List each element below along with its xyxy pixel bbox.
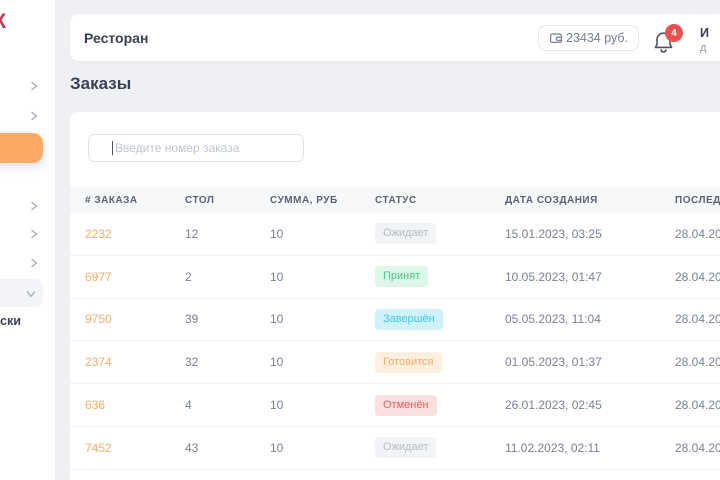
cell-created: 05.05.2023, 11:04: [505, 312, 675, 326]
cell-status: Готовится: [375, 352, 505, 373]
cell-table: 39: [185, 312, 270, 326]
chevron-down-icon: [25, 287, 37, 305]
sidebar: Ж ски: [0, 0, 56, 480]
page-title: Заказы: [70, 74, 131, 94]
cell-status: Отменён: [375, 395, 505, 416]
table-header: # ЗАКАЗАСТОЛСУММА, РУБСТАТУСДАТА СОЗДАНИ…: [70, 187, 720, 213]
chevron-right-icon[interactable]: [28, 257, 40, 269]
sidebar-active-item[interactable]: [0, 133, 43, 163]
column-header: СУММА, РУБ: [270, 195, 375, 206]
cell-sum: 10: [270, 312, 375, 326]
cell-sum: 10: [270, 398, 375, 412]
chevron-right-icon[interactable]: [28, 110, 40, 122]
status-badge: Ожидает: [375, 437, 436, 458]
column-header: СТАТУС: [375, 195, 505, 206]
cell-status: Ожидает: [375, 437, 505, 458]
cell-status: Принят: [375, 266, 505, 287]
logo-icon: Ж: [0, 10, 5, 34]
cell-table: 2: [185, 270, 270, 284]
status-badge: Завершён: [375, 309, 443, 330]
column-header: ПОСЛЕДНЕЕ ОБНОВЛЕНИЕ: [675, 195, 720, 206]
cell-updated: 28.04.2023: [675, 441, 720, 455]
status-badge: Ожидает: [375, 223, 436, 244]
order-link[interactable]: 2374: [85, 355, 185, 369]
table-row: 6977210Принят 10.05.2023, 01:4728.04.2023: [70, 256, 720, 299]
cell-created: 26.01.2023, 02:45: [505, 398, 675, 412]
table-row: 23743210Готовится 01.05.2023, 01:3728.04.…: [70, 341, 720, 384]
user-role: д: [700, 42, 720, 54]
cell-updated: 28.04.2023: [675, 270, 720, 284]
cell-table: 43: [185, 441, 270, 455]
user-name: И: [700, 26, 720, 40]
cell-sum: 10: [270, 227, 375, 241]
cell-created: 10.05.2023, 01:47: [505, 270, 675, 284]
balance-label: 23434 руб.: [566, 31, 628, 45]
chevron-right-icon[interactable]: [28, 200, 40, 212]
cell-sum: 10: [270, 441, 375, 455]
column-header: СТОЛ: [185, 195, 270, 206]
sidebar-collapsed-item[interactable]: [0, 279, 43, 307]
order-link[interactable]: 6977: [85, 270, 185, 284]
search-field-wrap: [88, 134, 304, 162]
restaurant-title: Ресторан: [84, 14, 148, 61]
cell-table: 4: [185, 398, 270, 412]
table-row: 22321210Ожидает 15.01.2023, 03:2528.04.20…: [70, 213, 720, 256]
cell-created: 01.05.2023, 01:37: [505, 355, 675, 369]
column-header: # ЗАКАЗА: [85, 195, 185, 206]
sidebar-label-fragment[interactable]: ски: [0, 314, 21, 328]
cell-status: Ожидает: [375, 223, 505, 244]
chevron-right-icon[interactable]: [28, 228, 40, 240]
table-row: 74524310Ожидает 11.02.2023, 02:1128.04.20…: [70, 427, 720, 470]
cell-table: 12: [185, 227, 270, 241]
table-body: 22321210Ожидает15.01.2023, 03:2528.04.20…: [70, 213, 720, 470]
order-link[interactable]: 9750: [85, 312, 185, 326]
wallet-icon: [549, 31, 563, 45]
notification-badge: 4: [665, 24, 683, 42]
search-input[interactable]: [88, 134, 304, 162]
cell-updated: 28.04.2023: [675, 227, 720, 241]
cell-sum: 10: [270, 270, 375, 284]
status-badge: Готовится: [375, 352, 442, 373]
chevron-right-icon[interactable]: [28, 80, 40, 92]
cell-updated: 28.04.2023: [675, 312, 720, 326]
order-link[interactable]: 7452: [85, 441, 185, 455]
cell-created: 11.02.2023, 02:11: [505, 441, 675, 455]
status-badge: Отменён: [375, 395, 437, 416]
cell-sum: 10: [270, 355, 375, 369]
cell-created: 15.01.2023, 03:25: [505, 227, 675, 241]
cell-updated: 28.04.2023: [675, 355, 720, 369]
orders-card: # ЗАКАЗАСТОЛСУММА, РУБСТАТУСДАТА СОЗДАНИ…: [70, 112, 720, 480]
cell-updated: 28.04.2023: [675, 398, 720, 412]
header-card: Ресторан 23434 руб. 4 И д: [70, 14, 720, 61]
order-link[interactable]: 2232: [85, 227, 185, 241]
column-header: ДАТА СОЗДАНИЯ: [505, 195, 675, 206]
notifications-button[interactable]: 4: [652, 27, 688, 57]
balance-button[interactable]: 23434 руб.: [538, 25, 639, 51]
table-row: 636410Отменён 26.01.2023, 02:4528.04.2023: [70, 384, 720, 427]
order-link[interactable]: 636: [85, 398, 185, 412]
cell-table: 32: [185, 355, 270, 369]
text-caret: [112, 141, 113, 155]
user-menu[interactable]: И д: [700, 26, 720, 54]
status-badge: Принят: [375, 266, 428, 287]
table-row: 97503910Завершён 05.05.2023, 11:0428.04.2…: [70, 299, 720, 342]
cell-status: Завершён: [375, 309, 505, 330]
